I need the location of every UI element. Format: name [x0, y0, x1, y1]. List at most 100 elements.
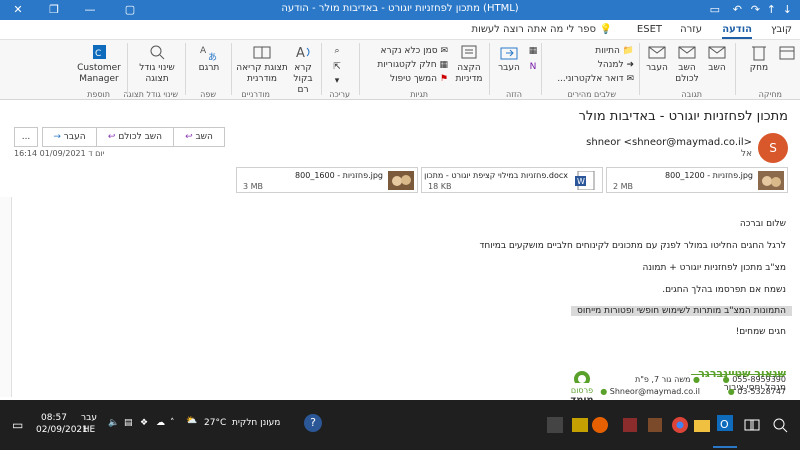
clock[interactable]: 08:57 02/09/2021 [36, 400, 88, 450]
avatar: S [758, 133, 788, 163]
move-button[interactable]: העבר [494, 43, 524, 74]
cloud-icon[interactable]: ☁ [156, 418, 165, 428]
sender[interactable]: shneor <shneor@maymad.co.il> [586, 137, 752, 148]
quick-step-manager[interactable]: ➜ למנהל [598, 60, 634, 70]
network-icon[interactable]: ▤ [124, 418, 133, 428]
customer-manager-button[interactable]: C Customer Manager [74, 43, 124, 85]
weather-icon: ⛅ [186, 416, 198, 426]
categorize-button[interactable]: ▦ חלק לקטגוריות [377, 60, 448, 70]
chrome-icon[interactable] [670, 415, 690, 435]
reply-icon: ↩ [185, 132, 196, 142]
policy-button[interactable]: הקצה מדיניות [454, 43, 484, 85]
group-respond: תגובה [681, 90, 702, 99]
lightbulb-icon: 💡 [599, 24, 612, 35]
tab-file[interactable]: קובץ [771, 24, 792, 35]
tab-message[interactable]: הודעה [722, 24, 752, 39]
word-document-icon: W [575, 171, 595, 190]
magnifier-icon [150, 45, 165, 60]
reply-all-icon: ↩ [107, 132, 119, 142]
search-icon[interactable]: ⌕ [330, 46, 344, 57]
followup-button[interactable]: ⚑ המשך טיפול [390, 74, 448, 84]
customer-manager-icon: C [93, 45, 106, 59]
signature-email[interactable]: ● Shneor@maymad.co.il [600, 387, 700, 396]
save-icon[interactable]: ▭ [710, 0, 720, 20]
zoom-button[interactable]: שינוי גודל תצוגה [132, 43, 182, 85]
file-explorer-icon[interactable] [692, 415, 712, 435]
message-subject: מתכון לפחזניות יוגורט - באדיבות מולר [578, 109, 788, 124]
group-quick-steps: שלבים מהירים [567, 90, 616, 99]
down-icon[interactable]: ↓ [783, 0, 792, 20]
tab-eset[interactable]: ESET [637, 24, 662, 35]
category-icon: ▦ [436, 60, 448, 70]
onenote-icon[interactable]: N [526, 62, 540, 73]
flag-icon: ⚑ [437, 74, 448, 84]
forward-button[interactable]: העבר [642, 43, 672, 74]
language-indicator[interactable]: עבר HE [76, 400, 102, 450]
forward-action-button[interactable]: → העבר [42, 127, 97, 147]
select-icon[interactable]: ⇱ [330, 62, 344, 73]
mail-icon: ✉ [623, 74, 634, 84]
archive-icon [779, 46, 795, 60]
undo-icon[interactable]: ↶ [733, 0, 742, 20]
help-button[interactable]: ? [300, 400, 326, 450]
tell-me-input[interactable]: ספר לי מה אתה רוצה לעשות [472, 24, 596, 35]
reply-all-action-button[interactable]: ↩ השב לכולם [96, 127, 174, 147]
logo-mark-icon [574, 371, 590, 387]
translate-button[interactable]: Aあ תרגם [190, 43, 228, 74]
app-icon[interactable] [570, 415, 590, 435]
trash-icon [752, 46, 766, 61]
vertical-scrollbar[interactable] [0, 197, 12, 397]
active-app-indicator [713, 446, 737, 448]
read-aloud-button[interactable]: A קרא בקול רם [288, 43, 318, 96]
up-icon[interactable]: ↑ [767, 0, 776, 20]
delete-button[interactable]: מחק [744, 43, 774, 74]
dropbox-icon[interactable]: ❖ [140, 418, 148, 428]
more-actions-button[interactable]: ... [14, 127, 38, 147]
more-dropdown-icon[interactable]: ▾ [330, 76, 344, 87]
archive-button[interactable] [774, 43, 800, 63]
search-icon[interactable] [770, 415, 790, 435]
attachment-item[interactable]: 800_1200 - פחזניות.jpg 2 MB [606, 167, 788, 193]
group-zoom: שינוי גודל תצוגה [123, 90, 178, 99]
mark-unread-button[interactable]: ✉ סמן כלא נקרא [380, 46, 448, 56]
reply-action-button[interactable]: ↩ השב [173, 127, 225, 147]
app-icon[interactable] [620, 415, 640, 435]
title-bar: ✕ ❐ — ▢ מתכון לפחזניות יוגורט - באדיבות … [0, 0, 800, 20]
chevron-up-icon[interactable]: ˄ [170, 418, 175, 428]
body-line: חגים שמחים! [735, 327, 786, 337]
translate-icon: Aあ [200, 46, 217, 61]
attachment-item[interactable]: W פחזניות במילוי קציפת יוגורט - מתכון.do… [421, 167, 603, 193]
outlook-icon[interactable]: O [715, 413, 735, 433]
reply-button[interactable]: השב [702, 43, 732, 74]
image-thumbnail-icon [388, 171, 414, 190]
volume-icon[interactable]: 🔈 [108, 418, 119, 428]
quick-step-email-team[interactable]: ✉ דואר אלקטרוני... [557, 74, 634, 84]
tab-help[interactable]: עזרה [680, 24, 702, 35]
arrow-icon: 📁 [619, 46, 634, 56]
firefox-icon[interactable] [590, 415, 610, 435]
body-line: נשמח אם תפרסמו בהלך החגים. [662, 285, 786, 295]
app-icon[interactable] [645, 415, 665, 435]
weather-widget[interactable]: ⛅ 27°C מעונן חלקית [186, 400, 286, 450]
quick-step-todo[interactable]: 📁 התיוות [595, 46, 634, 56]
message-pane: מתכון לפחזניות יוגורט - באדיבות מולר ↩ ה… [0, 101, 800, 406]
notifications-button[interactable]: ▭ [4, 400, 34, 450]
forward-icon [648, 46, 666, 59]
svg-text:A: A [296, 46, 305, 61]
taskbar: ▭ 08:57 02/09/2021 עבר HE 🔈 ▤ ❖ ☁ ˄ ⛅ 27… [0, 400, 800, 450]
envelope-icon: ✉ [437, 46, 448, 56]
rules-icon[interactable]: ▦ [526, 46, 540, 57]
attachment-item[interactable]: 800_1600 - פחזניות.jpg 3 MB [236, 167, 418, 193]
body-line: לרגל החגים החליטו במולר לפנק עם מתכונים … [479, 241, 786, 251]
svg-text:A: A [200, 46, 207, 56]
arrow-icon: ➜ [623, 60, 634, 70]
immersive-reader-button[interactable]: תצוגת קריאה מודרנית [236, 43, 288, 85]
ribbon-tabs: קובץ הודעה עזרה ESET 💡 ספר לי מה אתה רוצ… [0, 20, 800, 40]
svg-text:あ: あ [208, 52, 217, 61]
group-move: הזזה [506, 90, 522, 99]
redo-icon[interactable]: ↷ [751, 0, 760, 20]
ribbon: מחק מחיקה השב השב לכולם העבר תגובה 📁 התי… [0, 40, 800, 100]
app-icon[interactable] [545, 415, 565, 435]
reply-all-button[interactable]: השב לכולם [672, 43, 702, 85]
task-view-icon[interactable] [742, 415, 762, 435]
